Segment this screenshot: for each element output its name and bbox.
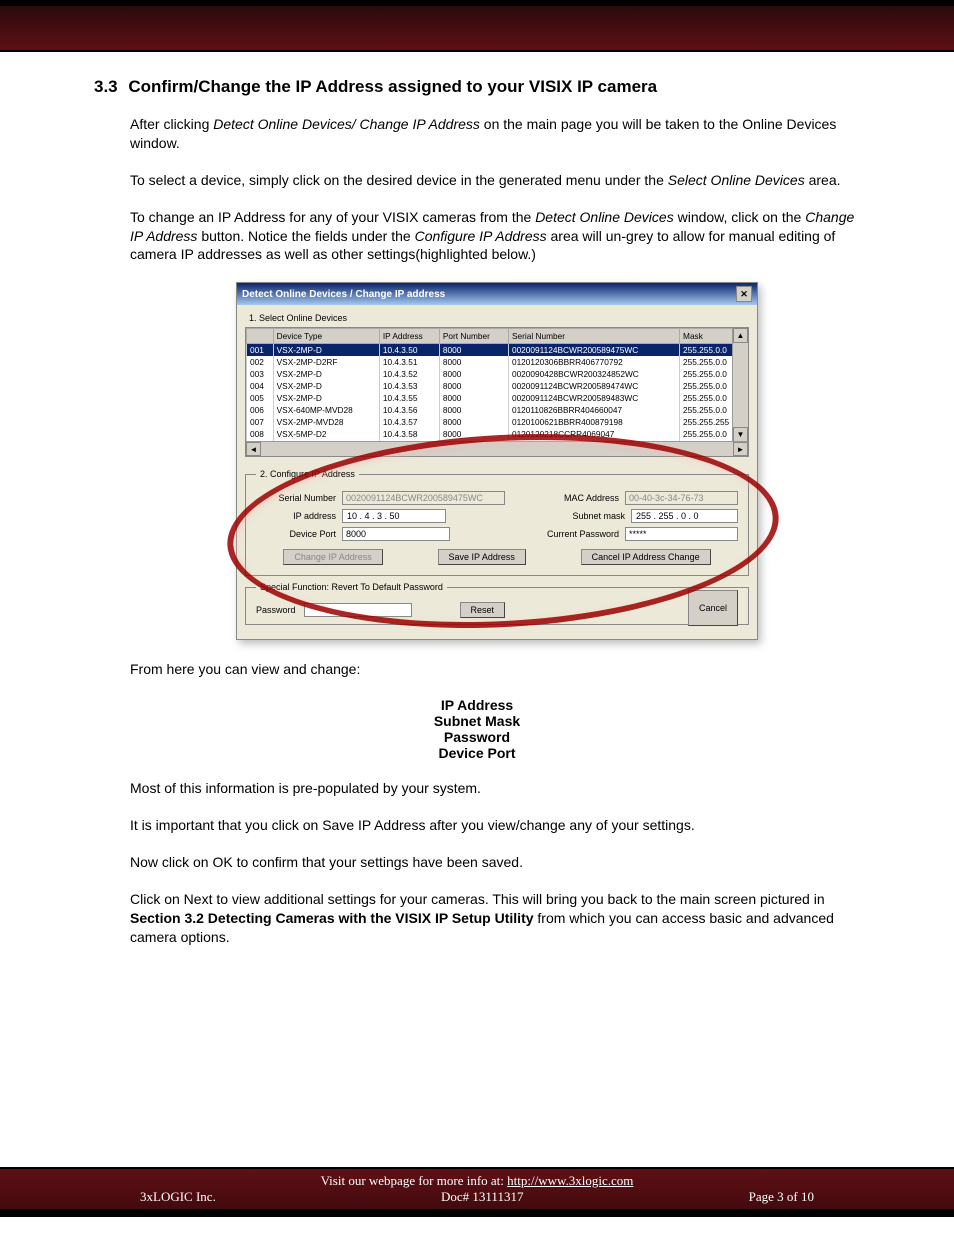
top-band — [0, 0, 954, 52]
col-serial[interactable]: Serial Number — [508, 329, 679, 344]
serial-input — [342, 491, 505, 505]
paragraph-3: To change an IP Address for any of your … — [130, 208, 864, 265]
col-type[interactable]: Device Type — [273, 329, 379, 344]
dialog-title: Detect Online Devices / Change IP addres… — [242, 289, 445, 300]
ip-input[interactable]: 10 . 4 . 3 . 50 — [342, 509, 446, 523]
dialog-titlebar: Detect Online Devices / Change IP addres… — [237, 283, 757, 305]
port-input[interactable] — [342, 527, 450, 541]
serial-label: Serial Number — [256, 493, 336, 503]
paragraph-1: After clicking Detect Online Devices/ Ch… — [130, 115, 864, 153]
scroll-down-icon[interactable]: ▼ — [733, 427, 748, 442]
password-input[interactable] — [625, 527, 738, 541]
configure-ip-fieldset: 2. Configure IP Address Serial Number MA… — [245, 469, 749, 576]
scroll-right-icon[interactable]: ► — [733, 442, 748, 456]
table-row[interactable]: 001VSX-2MP-D10.4.3.5080000020091124BCWR2… — [247, 344, 748, 357]
subnet-label: Subnet mask — [535, 511, 625, 521]
device-table: Device Type IP Address Port Number Seria… — [246, 328, 748, 457]
change-ip-button[interactable]: Change IP Address — [283, 549, 382, 565]
footer-link[interactable]: http://www.3xlogic.com — [507, 1173, 633, 1188]
footer-company: 3xLOGIC Inc. — [140, 1189, 216, 1205]
col-port[interactable]: Port Number — [439, 329, 508, 344]
table-row[interactable]: 003VSX-2MP-D10.4.3.5280000020090428BCWR2… — [247, 368, 748, 380]
special-legend: Special Function: Revert To Default Pass… — [256, 582, 447, 592]
device-table-wrap: Device Type IP Address Port Number Seria… — [245, 327, 749, 457]
table-row[interactable]: 007VSX-2MP-MVD2810.4.3.5780000120100621B… — [247, 416, 748, 428]
save-ip-button[interactable]: Save IP Address — [438, 549, 526, 565]
table-row[interactable]: 008VSX-5MP-D210.4.3.5880000120120218CCRR… — [247, 428, 748, 440]
footer-page: Page 3 of 10 — [749, 1189, 814, 1205]
section-heading: 3.3 Confirm/Change the IP Address assign… — [94, 77, 864, 97]
reset-button[interactable]: Reset — [460, 602, 506, 618]
scroll-left-icon[interactable]: ◄ — [246, 442, 261, 456]
special-pw-input[interactable] — [304, 603, 412, 617]
scroll-up-icon[interactable]: ▲ — [733, 328, 748, 343]
subnet-input[interactable]: 255 . 255 . 0 . 0 — [631, 509, 738, 523]
mac-input — [625, 491, 738, 505]
footer-visit: Visit our webpage for more info at: — [321, 1173, 508, 1188]
paragraph-2: To select a device, simply click on the … — [130, 171, 864, 190]
close-icon[interactable]: ✕ — [736, 286, 752, 302]
cancel-button[interactable]: Cancel — [688, 590, 738, 626]
vscrollbar[interactable]: ▲ ▼ — [732, 328, 748, 456]
section-title: Confirm/Change the IP Address assigned t… — [128, 77, 657, 96]
port-label: Device Port — [256, 529, 336, 539]
special-pw-label: Password — [256, 605, 296, 615]
table-row[interactable]: 002VSX-2MP-D2RF10.4.3.5180000120120306BB… — [247, 356, 748, 368]
paragraph-7: Click on Next to view additional setting… — [130, 890, 864, 947]
cancel-ip-button[interactable]: Cancel IP Address Change — [581, 549, 711, 565]
col-ip[interactable]: IP Address — [379, 329, 439, 344]
paragraph-4: Most of this information is pre-populate… — [130, 779, 864, 798]
ip-label: IP address — [256, 511, 336, 521]
section-number: 3.3 — [94, 77, 118, 97]
change-list: IP Address Subnet Mask Password Device P… — [90, 697, 864, 761]
hscrollbar[interactable]: ◄ ► — [246, 441, 748, 456]
step1-label: 1. Select Online Devices — [249, 313, 749, 323]
footer-doc: Doc# 13111317 — [441, 1189, 523, 1205]
password-label: Current Password — [529, 529, 619, 539]
footer: Visit our webpage for more info at: http… — [0, 1167, 954, 1217]
table-row[interactable]: 005VSX-2MP-D10.4.3.5580000020091124BCWR2… — [247, 392, 748, 404]
mac-label: MAC Address — [529, 493, 619, 503]
paragraph-6: Now click on OK to confirm that your set… — [130, 853, 864, 872]
step2-label: 2. Configure IP Address — [256, 469, 359, 479]
after-image-intro: From here you can view and change: — [130, 660, 864, 679]
paragraph-5: It is important that you click on Save I… — [130, 816, 864, 835]
col-num[interactable] — [247, 329, 274, 344]
table-row[interactable]: 004VSX-2MP-D10.4.3.5380000020091124BCWR2… — [247, 380, 748, 392]
content: 3.3 Confirm/Change the IP Address assign… — [0, 52, 954, 975]
special-fieldset: Special Function: Revert To Default Pass… — [245, 582, 749, 625]
dialog-screenshot: Detect Online Devices / Change IP addres… — [236, 282, 758, 640]
table-row[interactable]: 006VSX-640MP-MVD2810.4.3.568000012011082… — [247, 404, 748, 416]
